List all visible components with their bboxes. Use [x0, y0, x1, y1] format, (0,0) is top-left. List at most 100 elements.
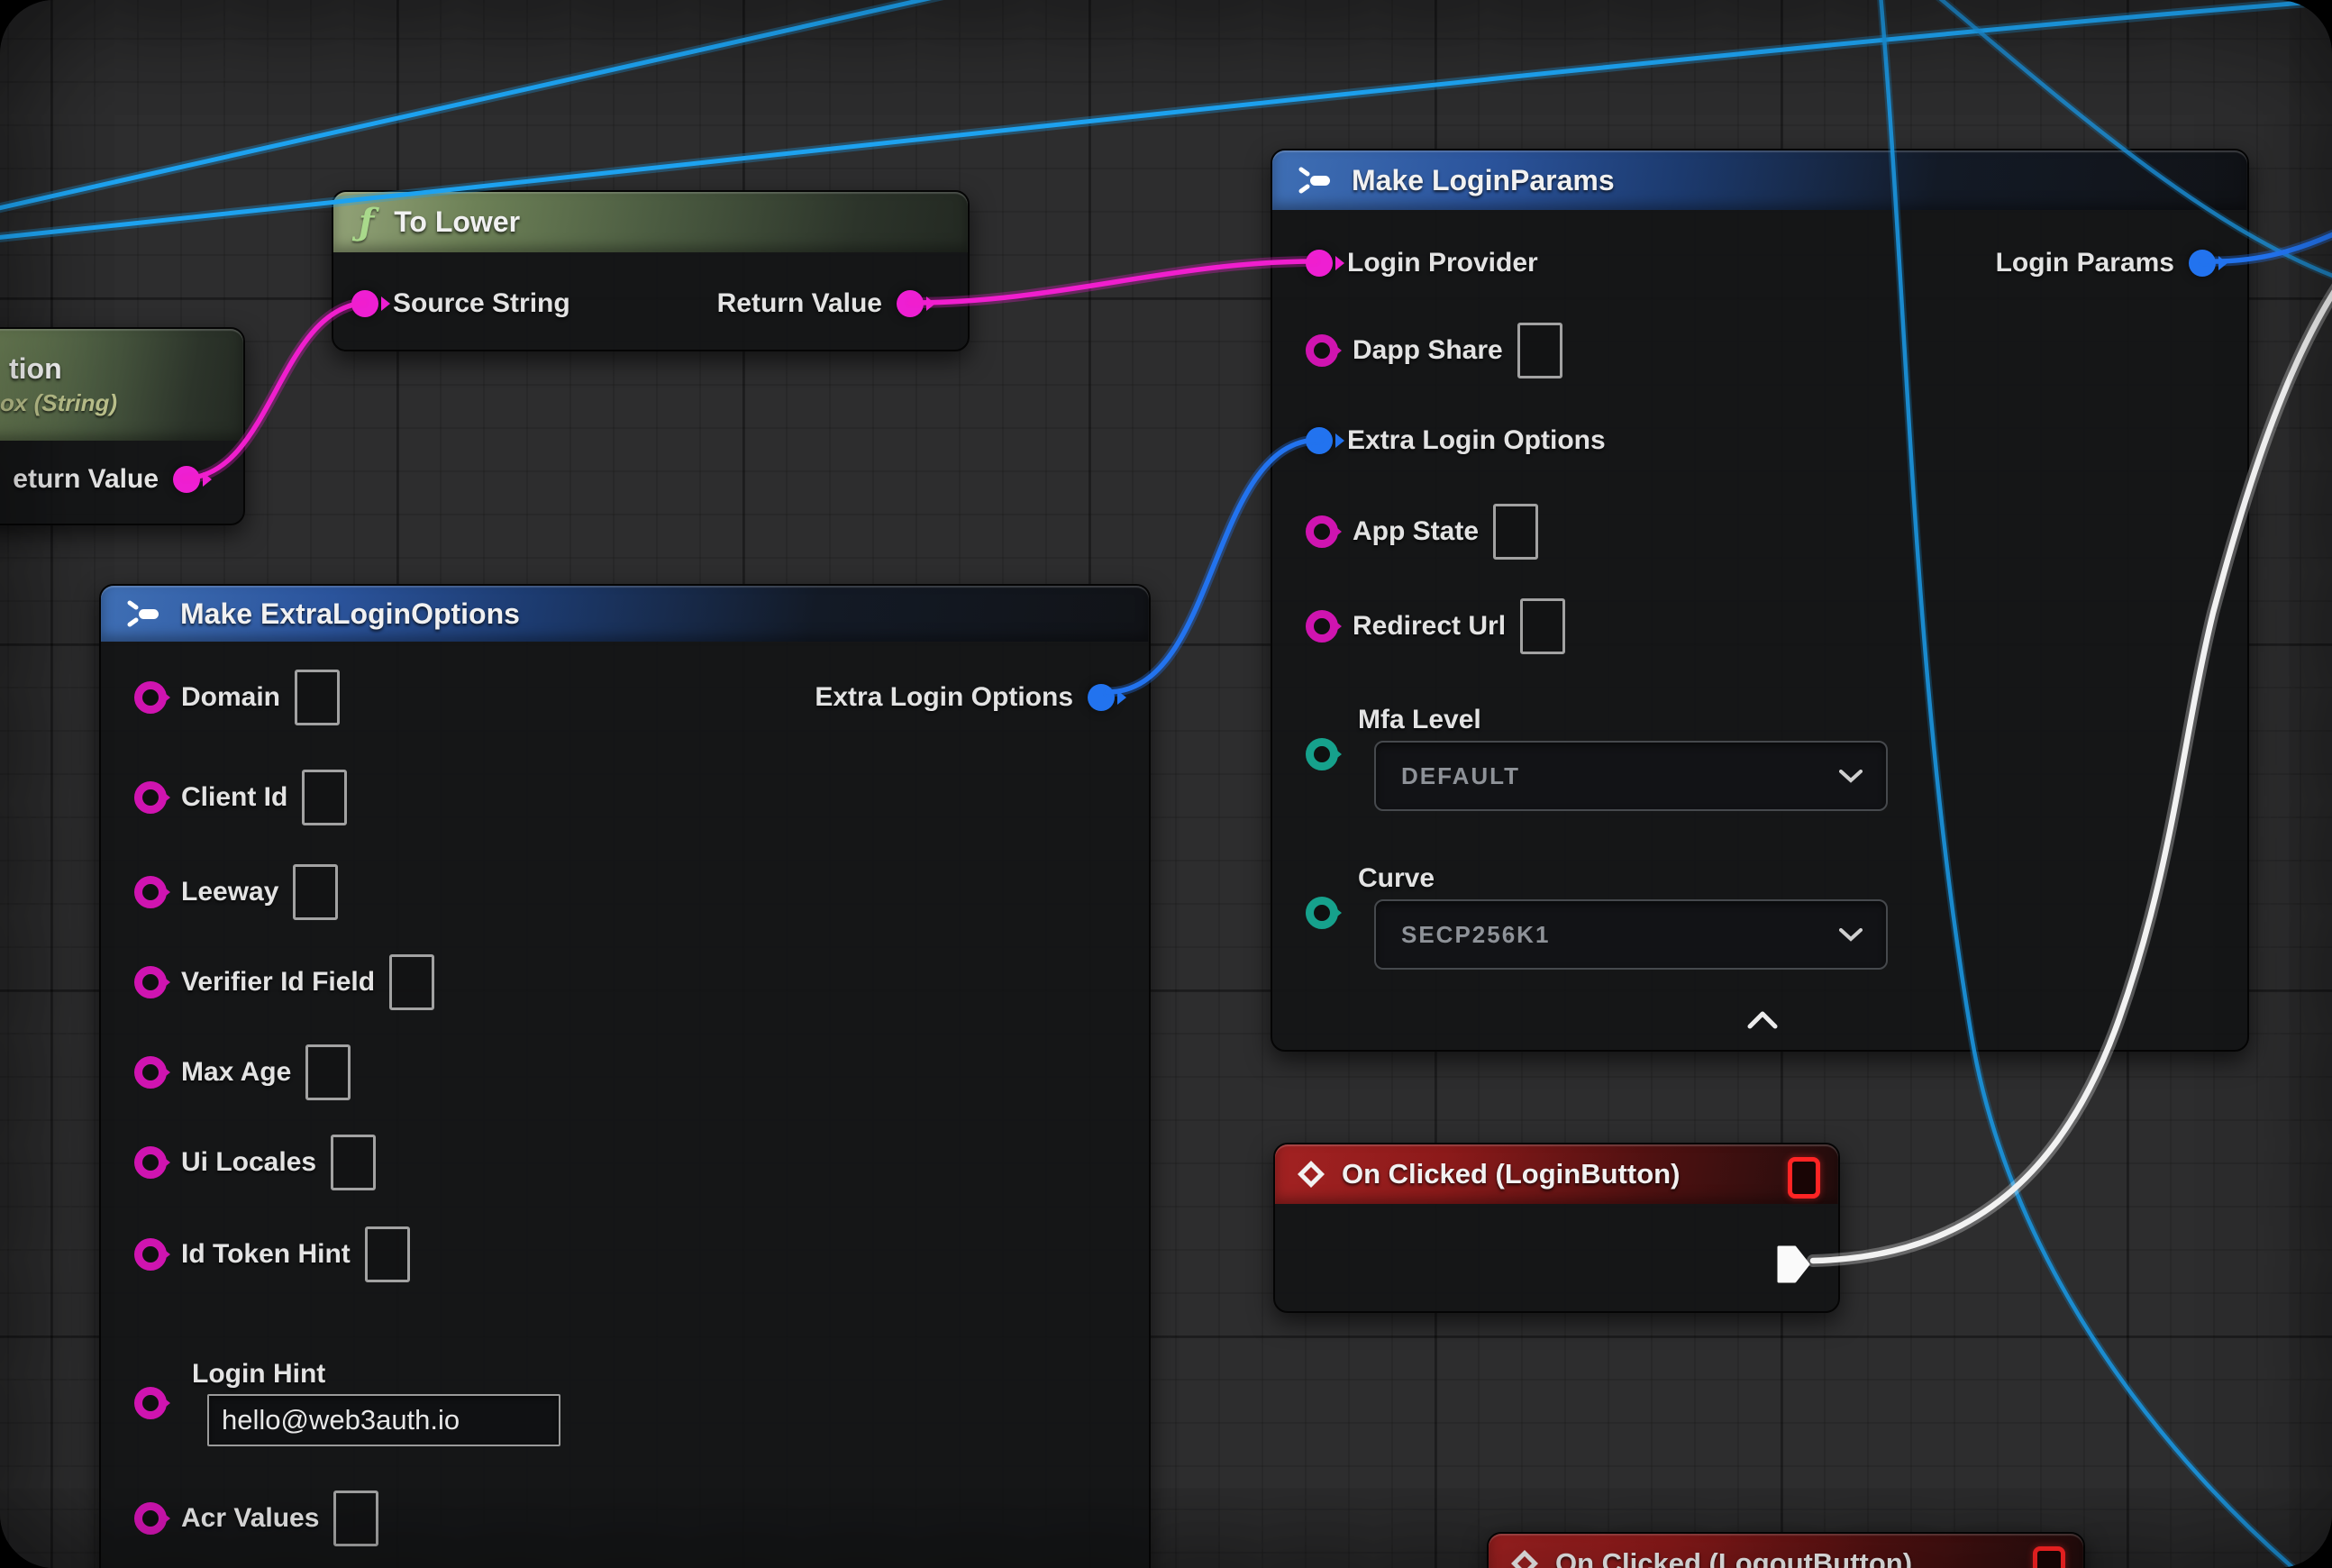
pin-row-login-provider: Login Provider: [1306, 248, 1538, 278]
function-icon: ƒ: [359, 205, 374, 241]
id-token-hint-checkbox[interactable]: [365, 1226, 410, 1282]
extra-login-options-input-pin[interactable]: [1306, 427, 1333, 454]
ui-locales-checkbox[interactable]: [331, 1135, 376, 1190]
pin-row-login-params-out: Login Params: [1996, 248, 2216, 278]
redirect-url-checkbox[interactable]: [1520, 598, 1565, 654]
pin-label: Login Provider: [1347, 248, 1538, 278]
make-struct-icon: [1294, 162, 1335, 198]
app-state-pin[interactable]: [1306, 515, 1338, 548]
collapse-chevron-icon[interactable]: [1747, 1011, 1778, 1029]
max-age-checkbox[interactable]: [305, 1044, 351, 1100]
wire-pink-login-provider: [910, 261, 1316, 303]
dapp-share-checkbox[interactable]: [1517, 323, 1562, 378]
domain-pin[interactable]: [134, 681, 167, 714]
chevron-down-icon: [1839, 770, 1863, 783]
node-make-login-params[interactable]: Make LoginParams Login Provider Login Pa…: [1271, 149, 2249, 1052]
ui-locales-pin[interactable]: [134, 1146, 167, 1179]
pin-row-id-token-hint: Id Token Hint: [134, 1226, 410, 1282]
id-token-hint-pin[interactable]: [134, 1238, 167, 1271]
redirect-url-pin[interactable]: [1306, 610, 1338, 643]
leeway-pin[interactable]: [134, 876, 167, 908]
pin-label: Extra Login Options: [815, 682, 1073, 713]
node-title: Make ExtraLoginOptions: [180, 597, 520, 631]
acr-values-checkbox[interactable]: [333, 1491, 378, 1546]
return-value-pin[interactable]: [897, 290, 924, 317]
make-struct-icon: [123, 596, 164, 632]
pin-row-extra-login-options-in: Extra Login Options: [1306, 425, 1606, 456]
delegate-output-pin[interactable]: [1788, 1157, 1820, 1199]
node-to-lower-header[interactable]: ƒ To Lower: [333, 192, 968, 252]
node-make-login-params-header[interactable]: Make LoginParams: [1272, 150, 2247, 210]
blueprint-canvas[interactable]: tion ox (String) eturn Value ƒ To Lower …: [0, 0, 2332, 1568]
node-get-text-header[interactable]: tion ox (String): [0, 329, 243, 441]
extra-login-options-output-pin[interactable]: [1088, 684, 1115, 711]
login-hint-input[interactable]: [207, 1394, 560, 1446]
node-to-lower[interactable]: ƒ To Lower Source String Return Value: [332, 190, 970, 351]
leeway-checkbox[interactable]: [293, 864, 338, 920]
pin-label: eturn Value: [13, 464, 159, 495]
pin-row-curve: [1306, 897, 1338, 929]
node-on-clicked-login-button-header[interactable]: On Clicked (LoginButton): [1275, 1144, 1838, 1204]
max-age-pin[interactable]: [134, 1056, 167, 1089]
pin-row-client-id: Client Id: [134, 770, 347, 825]
mfa-level-label: Mfa Level: [1358, 705, 1481, 735]
node-on-clicked-login-button[interactable]: On Clicked (LoginButton): [1273, 1143, 1840, 1313]
pin-label: Dapp Share: [1353, 335, 1503, 366]
dapp-share-pin[interactable]: [1306, 334, 1338, 367]
node-subtitle: ox (String): [0, 389, 117, 417]
app-state-checkbox[interactable]: [1493, 504, 1538, 560]
pin-row-dapp-share: Dapp Share: [1306, 323, 1562, 378]
pin-row-extra-login-options-out: Extra Login Options: [815, 682, 1115, 713]
pin-label: Id Token Hint: [181, 1239, 351, 1270]
curve-pin[interactable]: [1306, 897, 1338, 929]
client-id-pin[interactable]: [134, 781, 167, 814]
mfa-level-dropdown[interactable]: DEFAULT: [1374, 741, 1888, 811]
node-title: Make LoginParams: [1352, 164, 1615, 197]
pin-label: Domain: [181, 682, 280, 713]
acr-values-pin[interactable]: [134, 1502, 167, 1535]
pin-row-ui-locales: Ui Locales: [134, 1135, 376, 1190]
pin-label: Client Id: [181, 782, 287, 813]
exec-output-pin[interactable]: [1775, 1244, 1811, 1285]
pin-row-return-value: Return Value: [717, 288, 924, 319]
chevron-down-icon: [1839, 928, 1863, 942]
return-value-pin[interactable]: [173, 466, 200, 493]
mfa-level-pin[interactable]: [1306, 738, 1338, 770]
node-make-extra-login-options-header[interactable]: Make ExtraLoginOptions: [101, 586, 1149, 642]
domain-checkbox[interactable]: [295, 670, 340, 725]
pin-label: Verifier Id Field: [181, 967, 375, 998]
login-provider-pin[interactable]: [1306, 250, 1333, 277]
verifier-id-field-checkbox[interactable]: [389, 954, 434, 1010]
pin-label: App State: [1353, 516, 1479, 547]
node-title: On Clicked (LogoutButton): [1555, 1547, 1912, 1568]
event-icon: [1295, 1158, 1327, 1190]
pin-label: Login Params: [1996, 248, 2174, 278]
verifier-id-field-pin[interactable]: [134, 966, 167, 998]
event-icon: [1508, 1547, 1541, 1568]
pin-label: Source String: [393, 288, 570, 319]
pin-row-return-value: eturn Value: [13, 464, 200, 495]
node-make-extra-login-options[interactable]: Make ExtraLoginOptions Extra Login Optio…: [99, 584, 1151, 1568]
client-id-checkbox[interactable]: [302, 770, 347, 825]
node-title: To Lower: [394, 205, 520, 239]
node-on-clicked-logout-button[interactable]: On Clicked (LogoutButton): [1487, 1532, 2085, 1568]
node-get-text[interactable]: tion ox (String) eturn Value: [0, 327, 245, 525]
curve-dropdown[interactable]: SECP256K1: [1374, 899, 1888, 970]
curve-value: SECP256K1: [1401, 921, 1550, 949]
pin-row-mfa-level: [1306, 738, 1338, 770]
pin-row-app-state: App State: [1306, 504, 1538, 560]
pin-row-verifier-id-field: Verifier Id Field: [134, 954, 434, 1010]
login-hint-pin[interactable]: [134, 1387, 167, 1419]
source-string-pin[interactable]: [351, 290, 378, 317]
blueprint-editor: tion ox (String) eturn Value ƒ To Lower …: [0, 0, 2332, 1568]
login-hint-label: Login Hint: [192, 1359, 325, 1390]
pin-label: Return Value: [717, 288, 882, 319]
node-on-clicked-logout-button-header[interactable]: On Clicked (LogoutButton): [1489, 1534, 2083, 1568]
pin-row-leeway: Leeway: [134, 864, 338, 920]
pin-label: Max Age: [181, 1057, 291, 1088]
login-params-output-pin[interactable]: [2189, 250, 2216, 277]
pin-row-acr-values: Acr Values: [134, 1491, 378, 1546]
pin-row-redirect-url: Redirect Url: [1306, 598, 1565, 654]
pin-label: Redirect Url: [1353, 611, 1506, 642]
delegate-output-pin[interactable]: [2033, 1546, 2065, 1568]
